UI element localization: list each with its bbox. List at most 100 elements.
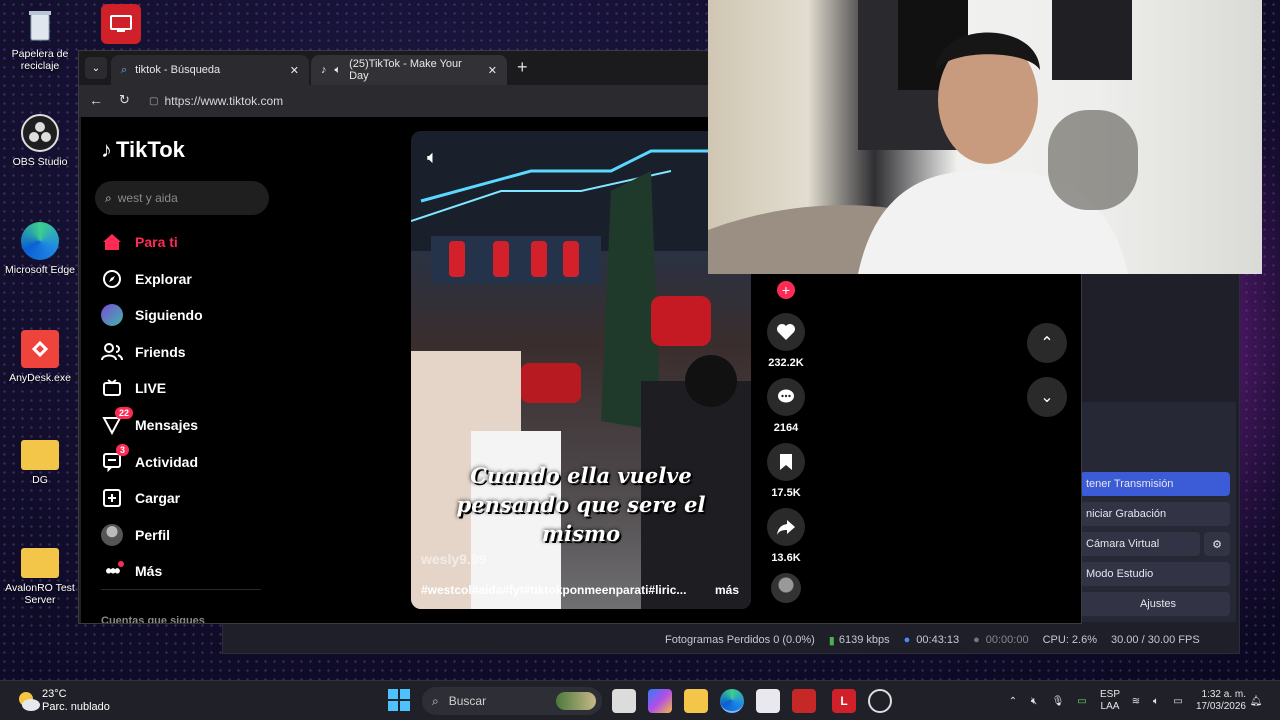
mute-button[interactable]: 🔈︎ — [427, 147, 438, 168]
url-text: https://www.tiktok.com — [164, 94, 284, 108]
back-button[interactable]: ← — [89, 92, 103, 108]
tiktok-search-input[interactable]: ⌕ west y aida — [95, 181, 269, 215]
previous-video-button[interactable]: ⌃ — [1027, 323, 1067, 363]
nav-para-ti[interactable]: Para ti — [101, 227, 178, 257]
close-icon[interactable]: ✕ — [290, 64, 299, 77]
comment-action[interactable]: 2164 — [767, 378, 805, 434]
nav-mensajes[interactable]: 22 Mensajes — [101, 407, 198, 440]
task-view-icon[interactable] — [612, 689, 636, 713]
wifi-icon[interactable]: ≋ — [1126, 696, 1146, 707]
nav-label: Para ti — [135, 234, 178, 250]
mute-icon[interactable]: 🔇︎ — [1022, 696, 1046, 707]
weather-widget[interactable]: 23°C Parc. nublado — [42, 688, 110, 714]
start-button[interactable] — [388, 689, 410, 711]
battery-icon[interactable]: ▭ — [1070, 696, 1094, 707]
webcam-overlay — [708, 0, 1262, 274]
obs-virtual-camera-settings[interactable]: ⚙ — [1204, 532, 1230, 556]
tab-label: tiktok - Búsqueda — [135, 64, 221, 76]
file-explorer-icon[interactable] — [684, 689, 708, 713]
volume-icon[interactable]: 🔈︎ — [1146, 696, 1166, 707]
follow-button[interactable]: + — [777, 281, 795, 299]
tiktok-logo[interactable]: ♪ TikTok — [101, 137, 185, 163]
taskbar-search[interactable]: ⌕ Buscar — [422, 687, 602, 715]
friends-icon — [101, 341, 123, 363]
obs-stream-button[interactable]: tener Transmisión — [1080, 472, 1230, 496]
desktop-icon-dg[interactable]: DG — [1, 440, 79, 486]
tab-tiktok[interactable]: ♪ 🔈︎ (25)TikTok - Make Your Day ✕ — [311, 55, 507, 85]
desktop-icon-obs[interactable]: OBS Studio — [1, 114, 79, 168]
stream-time: 00:43:13 — [916, 634, 960, 646]
following-section-title: Cuentas que sigues — [101, 615, 205, 623]
expand-description-button[interactable]: más — [715, 583, 739, 597]
heart-icon — [767, 313, 805, 351]
windows-icon — [388, 689, 410, 711]
battery-icon[interactable]: ▭ — [1166, 696, 1190, 707]
nav-mas[interactable]: ••• Más — [101, 556, 163, 586]
plus-icon: + — [517, 57, 528, 77]
record-status-icon: ● — [973, 634, 980, 646]
nav-siguiendo[interactable]: Siguiendo — [101, 300, 203, 330]
share-action[interactable]: 13.6K — [767, 508, 805, 564]
nav-friends[interactable]: Friends — [101, 337, 186, 367]
copilot-icon[interactable] — [648, 689, 672, 713]
app-l-icon[interactable]: L — [832, 689, 856, 713]
language-code: ESP — [1099, 689, 1120, 700]
speaker-icon[interactable]: 🔈︎ — [335, 64, 342, 77]
nav-label: Actividad — [135, 454, 199, 470]
desktop-icon-label: AvalonRO Test Server — [5, 582, 75, 606]
save-count: 17.5K — [771, 487, 801, 499]
taskbar: 23°C Parc. nublado ⌕ Buscar L ⌃ 🔇︎ 🎙︎ ▭ … — [0, 680, 1280, 720]
taskbar-search-label: Buscar — [448, 694, 487, 708]
like-action[interactable]: 232.2K — [767, 313, 805, 369]
refresh-button[interactable]: ↻ — [119, 92, 130, 108]
video-player[interactable]: 🔈︎ Cuando ella vuelve pensando que sere … — [411, 131, 751, 609]
nav-actividad[interactable]: 3 Actividad — [101, 444, 199, 477]
antivirus-icon[interactable] — [792, 689, 816, 713]
dropped-frames: Fotogramas Perdidos 0 (0.0%) — [665, 634, 815, 646]
obs-studio-mode-button[interactable]: Modo Estudio — [1080, 562, 1230, 586]
desktop-icon-remote[interactable] — [82, 4, 160, 48]
tab-search[interactable]: ⌕ tiktok - Búsqueda ✕ — [111, 55, 309, 85]
weather-desc: Parc. nublado — [42, 701, 110, 713]
close-icon[interactable]: ✕ — [488, 64, 497, 77]
nav-label: Siguiendo — [135, 307, 203, 323]
video-hashtags[interactable]: #westcol#aida#fyt#tiktokponmeenparati#li… — [421, 583, 701, 597]
microphone-icon[interactable]: 🎙︎ — [1046, 696, 1070, 707]
sound-avatar[interactable] — [771, 573, 801, 603]
edge-taskbar-icon[interactable] — [720, 689, 744, 713]
nav-perfil[interactable]: Perfil — [101, 520, 170, 550]
desktop-icon-edge[interactable]: Microsoft Edge — [1, 222, 79, 276]
url-field[interactable]: ▢ https://www.tiktok.com — [143, 91, 703, 111]
nav-explorar[interactable]: Explorar — [101, 264, 192, 294]
store-icon[interactable] — [756, 689, 780, 713]
tiktok-icon: ♪ — [321, 64, 327, 76]
share-icon — [767, 508, 805, 546]
edge-icon — [21, 222, 59, 260]
obs-virtual-camera-button[interactable]: Cámara Virtual — [1080, 532, 1200, 556]
search-icon: ⌕ — [105, 190, 112, 205]
obs-record-button[interactable]: niciar Grabación — [1080, 502, 1230, 526]
notifications-icon[interactable]: 🔔︎ — [1246, 696, 1266, 707]
desktop-icon-avalon[interactable]: AvalonRO Test Server — [1, 548, 79, 606]
save-action[interactable]: 17.5K — [767, 443, 805, 499]
obs-icon — [21, 114, 59, 152]
next-video-button[interactable]: ⌄ — [1027, 377, 1067, 417]
desktop-icon-recycle-bin[interactable]: Papelera de reciclaje — [1, 6, 79, 72]
stream-status-icon: ● — [903, 634, 911, 646]
desktop-icon-anydesk[interactable]: AnyDesk.exe — [1, 330, 79, 384]
tab-actions-button[interactable]: ⌄ — [85, 57, 107, 79]
site-info-icon: ▢ — [149, 95, 159, 107]
weather-icon — [14, 687, 42, 715]
activity-badge: 3 — [115, 444, 129, 456]
chevron-up-icon[interactable]: ⌃ — [1004, 696, 1022, 707]
nav-live[interactable]: LIVE — [101, 373, 166, 403]
obs-taskbar-icon[interactable] — [868, 689, 892, 713]
nav-cargar[interactable]: Cargar — [101, 483, 180, 513]
system-tray: ⌃ 🔇︎ 🎙︎ ▭ ESP LAA ≋ 🔈︎ ▭ 1:32 a. m. 17/0… — [1004, 681, 1266, 720]
new-tab-button[interactable]: + — [517, 57, 528, 78]
tiktok-wordmark: TikTok — [116, 137, 185, 162]
clock[interactable]: 1:32 a. m. 17/03/2026 — [1190, 689, 1246, 713]
language-indicator[interactable]: ESP LAA — [1094, 689, 1126, 713]
obs-settings-button[interactable]: Ajustes — [1080, 592, 1230, 616]
like-count: 232.2K — [768, 357, 804, 369]
